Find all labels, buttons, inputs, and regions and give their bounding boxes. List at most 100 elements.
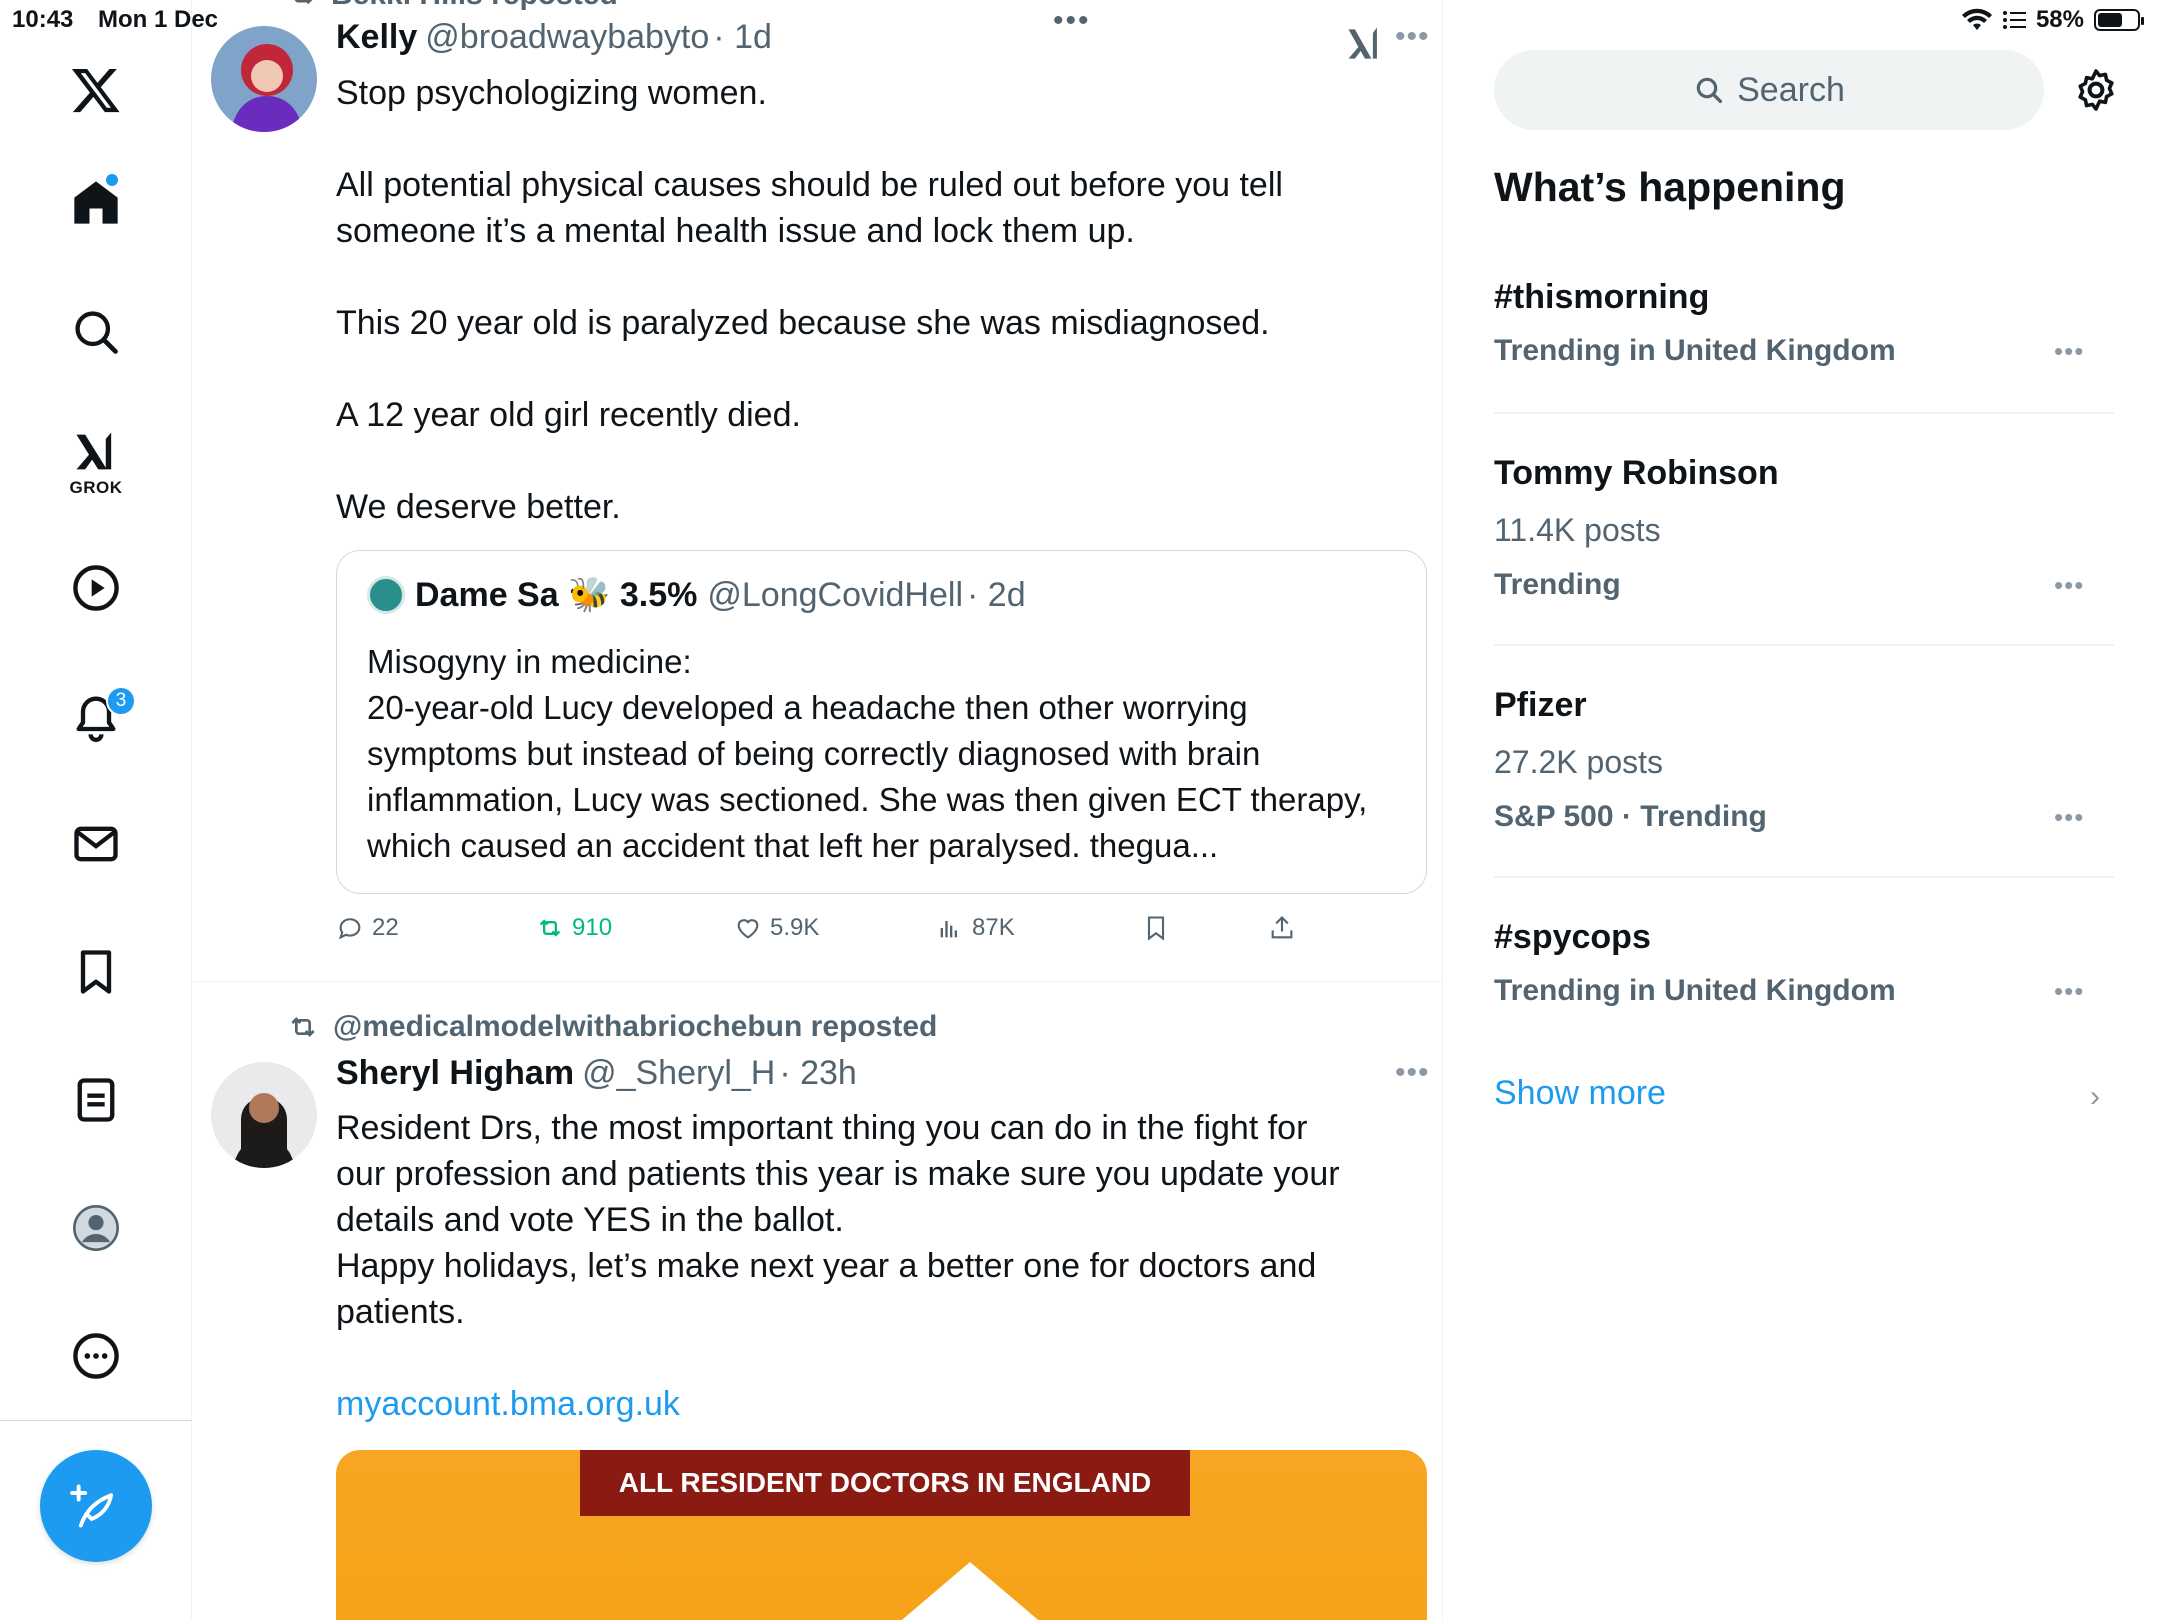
tweet-more-icon[interactable]: ••• — [1395, 20, 1430, 54]
author-name[interactable]: Kelly — [336, 18, 417, 56]
more-options-icon[interactable] — [62, 1322, 130, 1390]
author-handle[interactable]: @broadwaybabyto — [425, 18, 709, 56]
trend-item[interactable]: Pfizer 27.2K posts S&P 500 · Trending ••… — [1494, 686, 2114, 856]
quote-header: Dame Sa 🐝 3.5% @LongCovidHell · 2d — [367, 575, 1026, 615]
avatar[interactable] — [211, 26, 317, 132]
trend-name: #thismorning — [1494, 278, 1710, 316]
trend-item[interactable]: Tommy Robinson 11.4K posts Trending ••• — [1494, 454, 2114, 624]
trend-more-icon[interactable]: ••• — [2054, 570, 2084, 601]
tweet-more-icon[interactable]: ••• — [1395, 1056, 1430, 1090]
like-count: 5.9K — [770, 914, 820, 941]
repost-icon — [291, 1017, 315, 1037]
share-button[interactable] — [1268, 914, 1296, 942]
trend-more-icon[interactable]: ••• — [2054, 336, 2084, 367]
reply-count: 22 — [372, 914, 399, 941]
repost-count: 910 — [572, 914, 613, 941]
video-icon[interactable] — [62, 554, 130, 622]
like-button[interactable]: 5.9K — [734, 914, 819, 942]
tweet-line: Happy holidays, let’s make next year a b… — [336, 1247, 1317, 1331]
bookmark-button[interactable] — [1142, 914, 1170, 942]
compose-feather-icon — [70, 1484, 114, 1528]
trend-divider — [1494, 876, 2114, 878]
quote-author-handle: @LongCovidHell — [707, 575, 964, 614]
tweet-line: We deserve better. — [336, 488, 621, 526]
tweet-link[interactable]: myaccount.bma.org.uk — [336, 1381, 1356, 1427]
media-banner-text: ALL RESIDENT DOCTORS IN ENGLAND — [580, 1450, 1190, 1516]
messages-icon[interactable] — [62, 810, 130, 878]
quote-author-name: Dame Sa 🐝 3.5% — [415, 576, 698, 614]
views-button[interactable]: 87K — [936, 914, 1015, 942]
top-more-dots[interactable]: ••• — [1053, 4, 1091, 38]
views-count: 87K — [972, 914, 1015, 941]
left-navigation: GROK 3 — [0, 0, 192, 1620]
avatar[interactable] — [211, 1062, 317, 1168]
tweet-line: This 20 year old is paralyzed because sh… — [336, 304, 1270, 342]
grok-explain-icon[interactable] — [1343, 22, 1387, 66]
compose-post-button[interactable] — [40, 1450, 152, 1562]
views-chart-icon — [940, 921, 957, 938]
grok-label: GROK — [69, 478, 123, 497]
quote-line: Misogyny in medicine: — [367, 643, 692, 680]
lists-icon[interactable] — [62, 1066, 130, 1134]
tweet-text: Stop psychologizing women. All potential… — [336, 70, 1356, 530]
repost-label: Bekki Hills reposted — [331, 0, 618, 12]
tweet-time[interactable]: · 1d — [713, 18, 772, 56]
section-title: What’s happening — [1494, 164, 1846, 210]
trend-meta: Trending in United Kingdom — [1494, 974, 1896, 1007]
quote-time: · 2d — [967, 575, 1026, 614]
trend-item[interactable]: #thismorning Trending in United Kingdom … — [1494, 278, 2114, 388]
repost-attribution[interactable]: Bekki Hills reposted — [287, 0, 618, 12]
tweet-divider — [193, 981, 1442, 982]
tweet-header: Kelly @broadwaybabyto · 1d — [336, 18, 772, 57]
trend-meta: Trending in United Kingdom — [1494, 334, 1896, 367]
grok-icon[interactable] — [62, 418, 130, 486]
show-more-link[interactable]: Show more — [1494, 1074, 1666, 1113]
repost-attribution[interactable]: @medicalmodelwithabriochebun reposted — [287, 1010, 937, 1044]
tweet-header: Sheryl Higham @_Sheryl_H · 23h — [336, 1054, 857, 1093]
quote-text: Misogyny in medicine: 20-year-old Lucy d… — [367, 639, 1407, 869]
bookmark-icon — [1147, 916, 1165, 941]
repost-icon — [539, 919, 561, 937]
share-icon — [1271, 916, 1293, 939]
media-graphic — [876, 1562, 1064, 1620]
trend-name: #spycops — [1494, 918, 1651, 956]
trend-name: Pfizer — [1494, 686, 1587, 724]
tweet-line: Stop psychologizing women. — [336, 74, 767, 112]
trend-item[interactable]: #spycops Trending in United Kingdom ••• — [1494, 918, 2114, 1028]
trend-more-icon[interactable]: ••• — [2054, 802, 2084, 833]
home-icon[interactable] — [62, 168, 130, 236]
right-sidebar: Search What’s happening #thismorning Tre… — [1444, 0, 2160, 1620]
notifications-badge: 3 — [106, 686, 136, 716]
tweet-media-image[interactable]: ALL RESIDENT DOCTORS IN ENGLAND — [336, 1450, 1427, 1620]
tweet-line: Resident Drs, the most important thing y… — [336, 1109, 1340, 1239]
profile-avatar-icon[interactable] — [62, 1194, 130, 1262]
author-name[interactable]: Sheryl Higham — [336, 1054, 574, 1092]
heart-icon — [737, 919, 759, 939]
nav-divider — [0, 1420, 192, 1421]
repost-icon — [294, 0, 313, 5]
tweet-actions: 22 910 5.9K 87K — [336, 914, 1346, 954]
tweet-line: All potential physical causes should be … — [336, 166, 1283, 250]
trend-meta: S&P 500 · Trending — [1494, 800, 1767, 833]
author-handle[interactable]: @_Sheryl_H — [582, 1054, 775, 1092]
settings-gear-icon[interactable] — [2072, 66, 2120, 114]
repost-button[interactable]: 910 — [536, 914, 612, 942]
bookmarks-icon[interactable] — [62, 938, 130, 1006]
reply-button[interactable]: 22 — [336, 914, 399, 942]
x-logo-icon[interactable] — [62, 56, 130, 124]
trend-name: Tommy Robinson — [1494, 454, 1779, 492]
search-icon[interactable] — [62, 298, 130, 366]
quote-avatar — [367, 576, 405, 614]
search-input[interactable]: Search — [1494, 50, 2044, 130]
quoted-tweet[interactable]: Dame Sa 🐝 3.5% @LongCovidHell · 2d Misog… — [336, 550, 1427, 894]
trend-divider — [1494, 644, 2114, 646]
repost-label: @medicalmodelwithabriochebun reposted — [333, 1010, 938, 1043]
trend-posts: 11.4K posts — [1494, 512, 1661, 548]
trend-more-icon[interactable]: ••• — [2054, 976, 2084, 1007]
trend-posts: 27.2K posts — [1494, 744, 1663, 780]
timeline: ••• Bekki Hills reposted Kelly@broadwayb… — [193, 0, 1443, 1620]
tweet-time[interactable]: · 23h — [779, 1054, 857, 1092]
trend-divider — [1494, 412, 2114, 414]
tweet-line: A 12 year old girl recently died. — [336, 396, 801, 434]
trend-meta: Trending — [1494, 568, 1621, 601]
